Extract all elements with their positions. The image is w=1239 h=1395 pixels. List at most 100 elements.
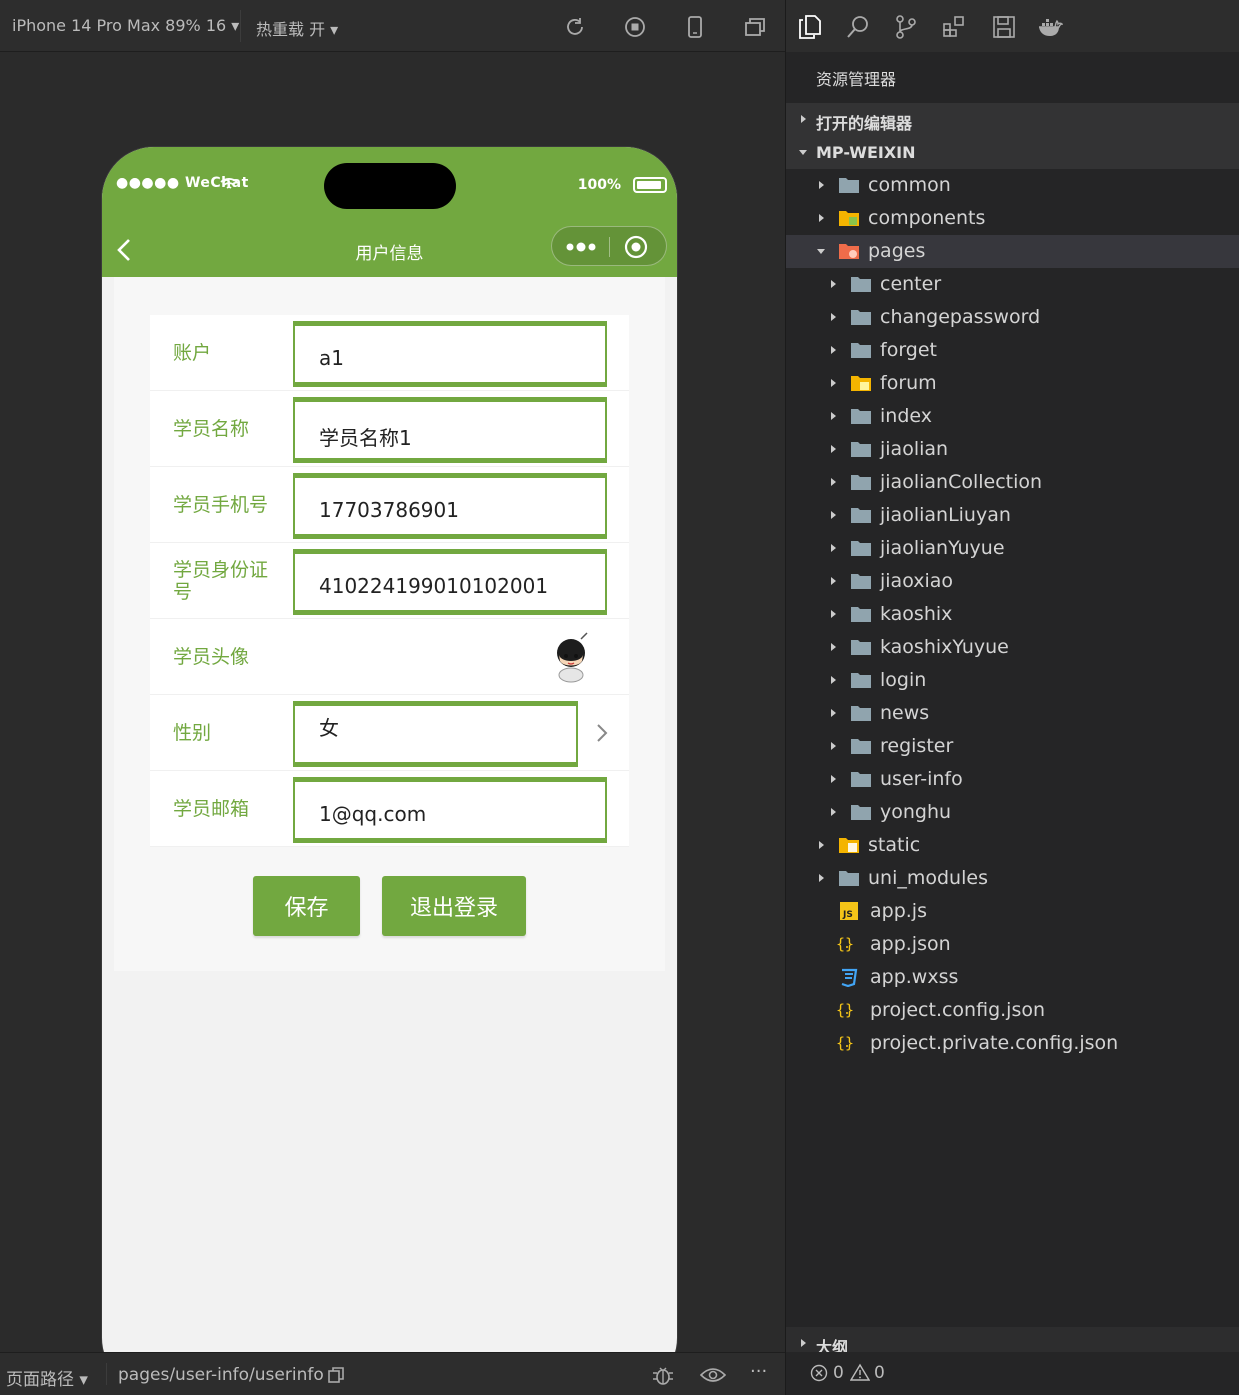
tree-folder-components[interactable]: components: [786, 202, 1239, 235]
tree-file-project.private.config.json[interactable]: {} project.private.config.json: [786, 1027, 1239, 1060]
stop-icon[interactable]: [623, 15, 647, 39]
caret-right-icon: [831, 808, 836, 816]
folder-icon: [851, 673, 871, 688]
tree-item-label: changepassword: [880, 306, 1041, 328]
caret-right-icon: [819, 181, 824, 189]
search-icon[interactable]: [845, 14, 871, 40]
bottom-divider: [106, 1363, 107, 1385]
copy-icon[interactable]: [327, 1366, 345, 1384]
name-input[interactable]: 学员名称1: [293, 397, 607, 463]
device-label: iPhone 14 Pro Max 89% 16: [12, 16, 227, 35]
tree-folder-kaoshixYuyue[interactable]: kaoshixYuyue: [786, 631, 1239, 664]
hot-reload-select[interactable]: 热重载 开 ▾: [256, 16, 338, 40]
svg-text:{}: {}: [836, 1034, 854, 1052]
caret-right-icon: [831, 478, 836, 486]
source-control-icon[interactable]: [893, 14, 919, 40]
user-form: 账户 a1 学员名称 学员名称1 学员手机号 17703786901 学员身份证…: [150, 315, 629, 847]
save-disk-icon[interactable]: [991, 14, 1017, 40]
status-bar: ●●●●● WeChat 100%: [102, 147, 677, 219]
name-label: 学员名称: [173, 418, 250, 440]
save-button[interactable]: 保存: [253, 876, 360, 936]
caret-right-icon: [831, 544, 836, 552]
window-icon[interactable]: [743, 15, 767, 39]
tree-folder-news[interactable]: news: [786, 697, 1239, 730]
phone-label: 学员手机号: [173, 494, 269, 516]
open-editors-section[interactable]: 打开的编辑器: [786, 103, 1239, 136]
caret-right-icon: [831, 379, 836, 387]
battery-percent: 100%: [577, 177, 621, 193]
svg-text:{}: {}: [836, 935, 854, 953]
tree-item-label: jiaolianLiuyan: [880, 504, 1011, 526]
tree-folder-forum[interactable]: forum: [786, 367, 1239, 400]
page-path-select[interactable]: 页面路径 ▾: [6, 1365, 88, 1390]
tree-file-project.config.json[interactable]: {} project.config.json: [786, 994, 1239, 1027]
avatar-label: 学员头像: [173, 646, 250, 668]
tree-file-app.js[interactable]: JS app.js: [786, 895, 1239, 928]
id-card-input[interactable]: 410224199010102001: [293, 549, 607, 615]
svg-text:JS: JS: [842, 910, 853, 920]
tree-folder-common[interactable]: common: [786, 169, 1239, 202]
problems-status[interactable]: 0 0: [786, 1352, 1239, 1395]
explorer-panel: 资源管理器 打开的编辑器 MP-WEIXIN common components p…: [786, 0, 1239, 1395]
error-count: 0: [833, 1363, 844, 1383]
folder-icon: [839, 211, 859, 226]
project-section[interactable]: MP-WEIXIN: [786, 136, 1239, 169]
caret-right-icon: [831, 775, 836, 783]
caret-right-icon: [831, 709, 836, 717]
tree-file-app.json[interactable]: {} app.json: [786, 928, 1239, 961]
page-path-value: pages/user-info/userinfo: [118, 1365, 324, 1385]
dynamic-island: [324, 163, 456, 209]
tree-folder-changepassword[interactable]: changepassword: [786, 301, 1239, 334]
refresh-icon[interactable]: [563, 15, 587, 39]
more-dots-icon[interactable]: [564, 238, 598, 256]
tree-folder-jiaolianLiuyan[interactable]: jiaolianLiuyan: [786, 499, 1239, 532]
svg-text:{}: {}: [836, 1001, 854, 1019]
tree-folder-jiaolianYuyue[interactable]: jiaolianYuyue: [786, 532, 1239, 565]
device-select[interactable]: iPhone 14 Pro Max 89% 16 ▾: [12, 16, 239, 35]
tree-folder-index[interactable]: index: [786, 400, 1239, 433]
json-file-icon: {}: [836, 1001, 854, 1019]
close-target-icon[interactable]: [624, 235, 648, 259]
phone-icon[interactable]: [683, 15, 707, 39]
account-input[interactable]: a1: [293, 321, 607, 387]
folder-icon: [851, 706, 871, 721]
json-file-icon: {}: [836, 1034, 854, 1052]
tree-folder-kaoshix[interactable]: kaoshix: [786, 598, 1239, 631]
tree-folder-jiaolian[interactable]: jiaolian: [786, 433, 1239, 466]
tree-folder-user-info[interactable]: user-info: [786, 763, 1239, 796]
chevron-right-icon[interactable]: [595, 721, 609, 745]
tree-folder-uni_modules[interactable]: uni_modules: [786, 862, 1239, 895]
tree-folder-jiaoxiao[interactable]: jiaoxiao: [786, 565, 1239, 598]
tree-item-label: jiaolianYuyue: [880, 537, 1005, 559]
tree-folder-login[interactable]: login: [786, 664, 1239, 697]
simulator-status-bar: 页面路径 ▾ pages/user-info/userinfo ···: [0, 1352, 786, 1395]
docker-icon[interactable]: [1037, 14, 1063, 40]
tree-item-label: static: [868, 834, 921, 856]
gender-row[interactable]: 性别 女: [150, 695, 629, 771]
tree-folder-register[interactable]: register: [786, 730, 1239, 763]
folder-icon: [851, 475, 871, 490]
tree-item-label: app.wxss: [870, 966, 959, 988]
avatar-image[interactable]: [545, 631, 597, 683]
extensions-icon[interactable]: [941, 14, 967, 40]
tree-folder-pages[interactable]: pages: [786, 235, 1239, 268]
logout-button[interactable]: 退出登录: [382, 876, 526, 936]
folder-icon: [851, 376, 871, 391]
tree-folder-static[interactable]: static: [786, 829, 1239, 862]
eye-icon[interactable]: [700, 1366, 726, 1384]
tree-folder-jiaolianCollection[interactable]: jiaolianCollection: [786, 466, 1239, 499]
caret-right-icon: [831, 280, 836, 288]
tree-folder-yonghu[interactable]: yonghu: [786, 796, 1239, 829]
more-icon[interactable]: ···: [750, 1361, 767, 1382]
tree-item-label: kaoshixYuyue: [880, 636, 1009, 658]
tree-folder-center[interactable]: center: [786, 268, 1239, 301]
bug-icon[interactable]: [651, 1364, 675, 1386]
caret-right-icon: [831, 346, 836, 354]
gender-picker[interactable]: 女: [293, 701, 578, 767]
email-input[interactable]: 1@qq.com: [293, 777, 607, 843]
tree-file-app.wxss[interactable]: app.wxss: [786, 961, 1239, 994]
avatar-row[interactable]: 学员头像: [150, 619, 629, 695]
files-icon[interactable]: [797, 14, 823, 40]
phone-input[interactable]: 17703786901: [293, 473, 607, 539]
tree-folder-forget[interactable]: forget: [786, 334, 1239, 367]
